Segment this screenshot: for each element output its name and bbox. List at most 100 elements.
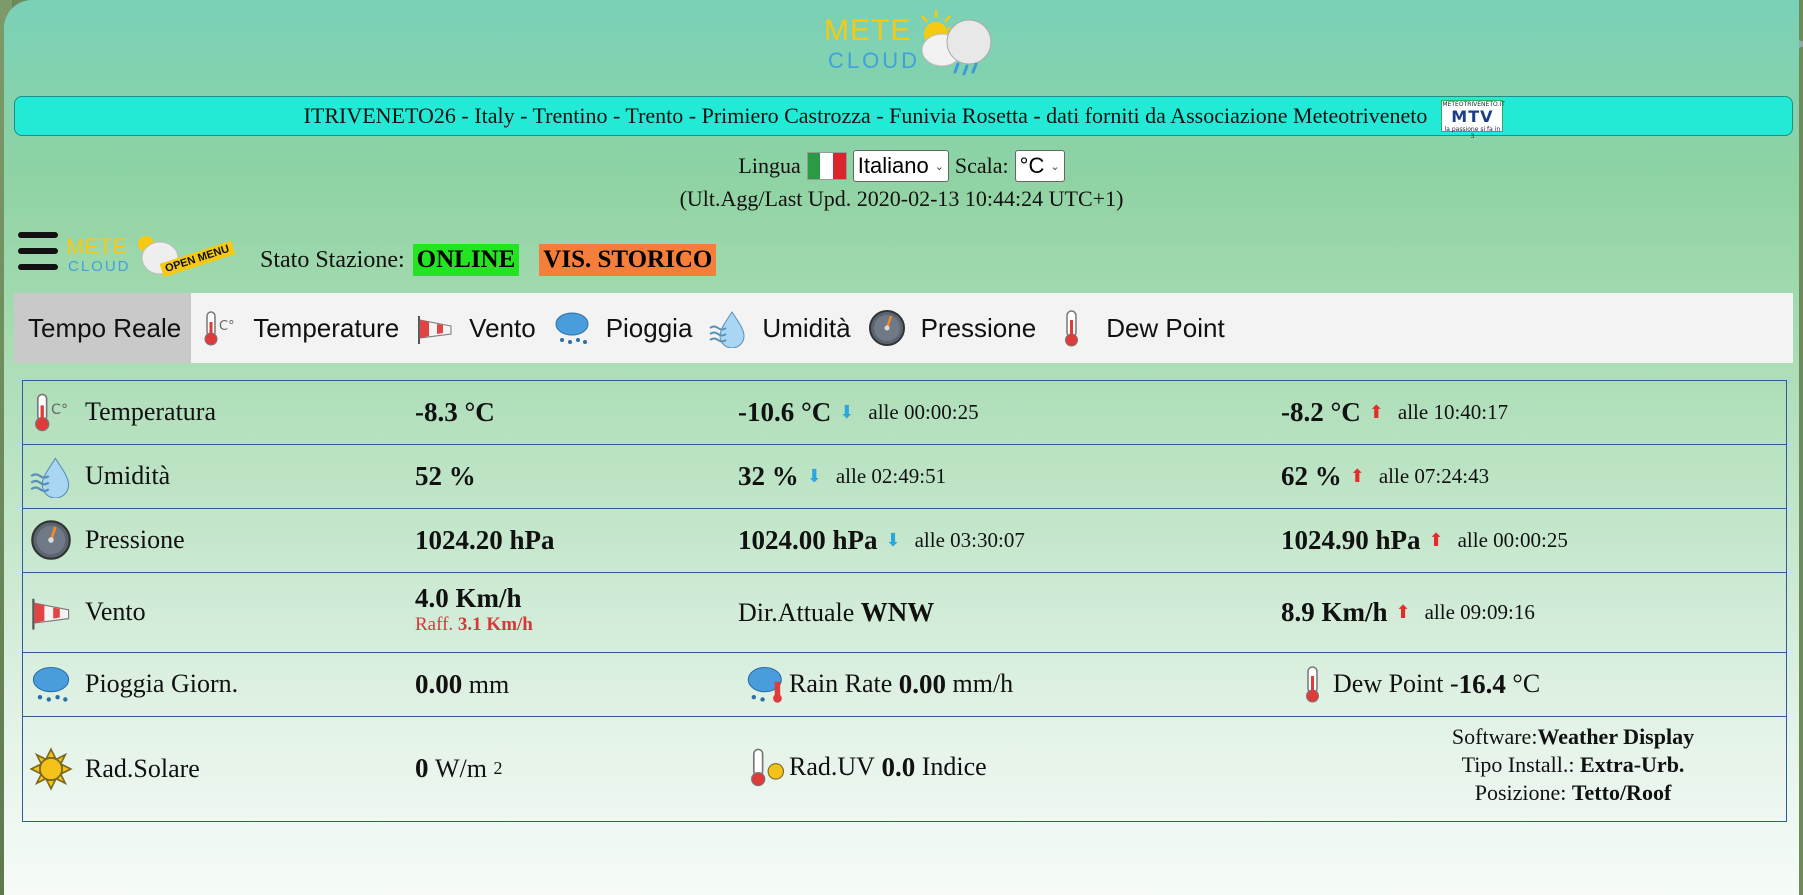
arrow-up-icon: ⬆ [1395,602,1411,623]
row-label: Pioggia Giorn. [85,669,239,698]
italy-flag-icon [806,152,847,180]
windsock-icon [415,308,455,348]
row-label: Rad.Solare [85,754,200,783]
rain-rate-label: Rain Rate [789,669,893,698]
arrow-up-icon: ⬆ [1368,402,1384,423]
history-button[interactable]: VIS. STORICO [539,244,717,276]
rain-value: 0.00 [415,669,463,699]
software-label: Software: [1451,724,1538,749]
min-time: alle 03:30:07 [914,528,1025,552]
tab-tempo-reale[interactable]: Tempo Reale [14,293,192,363]
thermometer-icon: C° [29,390,73,434]
mtv-badge-main: MTV [1451,107,1494,126]
row-label-cell: Umidità [29,454,170,498]
open-menu-button[interactable]: METE CLOUD OPEN MENU [16,226,236,286]
tab-label: Temperature [253,312,400,343]
rain-rate-value: 0.00 [898,668,947,699]
gust-label: Raff. [415,614,454,635]
position-label: Posizione: [1474,780,1567,805]
sun-icon [29,747,73,791]
humidity-drop-icon [29,454,73,498]
tab-dew-point[interactable]: Dew Point [1044,293,1233,363]
svg-text:C°: C° [51,402,68,418]
tab-label: Tempo Reale [28,312,182,343]
online-badge: ONLINE [412,244,520,276]
row-label-cell: C° Temperatura [29,390,216,434]
row-label: Pressione [85,525,185,554]
gust-speed: 3.1 Km/h [457,614,533,635]
language-label: Lingua [738,153,801,178]
humidity-drop-icon [708,308,748,348]
logo-text-cloud: CLOUD [828,48,921,73]
station-info-bar: ITRIVENETO26 - Italy - Trentino - Trento… [14,96,1793,140]
solar-value: 0 [415,753,429,783]
windsock-icon [29,590,73,634]
direction-label: Dir.Attuale [738,597,855,627]
arrow-up-icon: ⬆ [1428,530,1444,551]
row-label: Temperatura [85,397,216,426]
table-row-temperature: C° Temperatura -8.3 °C -10.6 °C ⬇ alle 0… [23,381,1786,445]
status-label: Stato Stazione: [260,246,405,273]
min-time: alle 02:49:51 [835,464,947,488]
table-row-pressure: Pressione 1024.20 hPa 1024.00 hPa ⬇ alle… [23,509,1786,573]
weather-panel: METE CLOUD ITRIVENETO26 - Italy - Trenti… [4,0,1799,895]
solar-unit-exponent: 2 [493,758,503,778]
table-row-humidity: Umidità 52 % 32 % ⬇ alle 02:49:51 62 % ⬆… [23,445,1786,509]
meteotriveneto-logo[interactable]: METEOTRIVENETO.IT MTV la passione si fa … [1441,100,1505,140]
uv-label: Rad.UV [789,752,875,781]
thermometer-icon: C° [199,308,239,348]
direction-value: WNW [860,597,935,627]
language-select-value: Italiano [857,153,929,178]
rain-cloud-icon [29,662,73,706]
dew-point-unit: °C [1512,669,1541,698]
position-value: Tetto/Roof [1571,780,1672,805]
current-value: 1024.20 hPa [415,525,555,555]
menu-logo-cloud: CLOUD [68,258,131,275]
row-label-cell: Vento [29,590,146,634]
uv-unit: Indice [921,752,987,781]
install-label: Tipo Install.: [1461,752,1575,777]
min-time: alle 00:00:25 [868,400,979,424]
gust-value: Raff. 3.1 Km/h [415,614,533,636]
tab-umidita[interactable]: Umidità [700,293,858,363]
tab-bar: Tempo Reale C° Temperature Vento Pioggia… [14,293,1793,363]
min-value: 32 % [738,461,799,491]
thermometer-icon [1052,308,1092,348]
language-select[interactable]: Italiano ⌄ [852,150,949,182]
tab-temperature[interactable]: C° Temperature [191,293,407,363]
scale-label: Scala: [954,153,1009,178]
max-value: 1024.90 hPa [1281,525,1421,555]
scale-select[interactable]: °C ⌄ [1014,150,1065,182]
row-label-cell: Pressione [29,518,185,562]
table-row-rain: Pioggia Giorn. 0.00 mm Rain Rate 0.00 mm… [23,653,1786,717]
row-label-cell: Pioggia Giorn. [29,662,238,706]
chevron-down-icon: ⌄ [934,159,944,173]
table-row-wind: Vento 4.0 Km/h Raff. 3.1 Km/h Dir.Attual… [23,573,1786,653]
rain-rate-unit: mm/h [952,669,1014,698]
install-value: Extra-Urb. [1579,752,1685,777]
tab-label: Dew Point [1106,312,1225,343]
thermometer-icon [1293,662,1333,706]
tab-vento[interactable]: Vento [407,293,544,363]
uv-value: 0.0 [881,751,916,782]
rain-unit: mm [468,669,510,699]
tab-label: Umidità [762,312,851,343]
max-time: alle 10:40:17 [1397,400,1509,424]
tab-label: Pioggia [605,312,693,343]
tab-pioggia[interactable]: Pioggia [544,293,701,363]
station-description: ITRIVENETO26 - Italy - Trentino - Trento… [303,103,1428,128]
max-value: 62 % [1281,461,1342,491]
tab-pressione[interactable]: Pressione [859,293,1045,363]
tab-label: Pressione [920,312,1037,343]
svg-text:C°: C° [219,319,235,334]
arrow-down-icon: ⬇ [806,466,822,487]
table-row-solar: Rad.Solare 0 W/m 2 Rad.UV 0.0 Indice Sof… [23,717,1786,821]
max-time: alle 07:24:43 [1378,464,1490,488]
meteocloud-logo: METE CLOUD [824,8,1014,82]
max-time: alle 09:09:16 [1424,600,1535,624]
station-status: Stato Stazione: ONLINE VIS. STORICO [260,244,717,276]
row-label: Vento [85,597,146,626]
last-update: (Ult.Agg/Last Upd. 2020-02-13 10:44:24 U… [679,186,1124,211]
station-software-info: Software:Weather Display Tipo Install.: … [1383,723,1763,807]
row-label-cell: Rad.Solare [29,747,200,791]
